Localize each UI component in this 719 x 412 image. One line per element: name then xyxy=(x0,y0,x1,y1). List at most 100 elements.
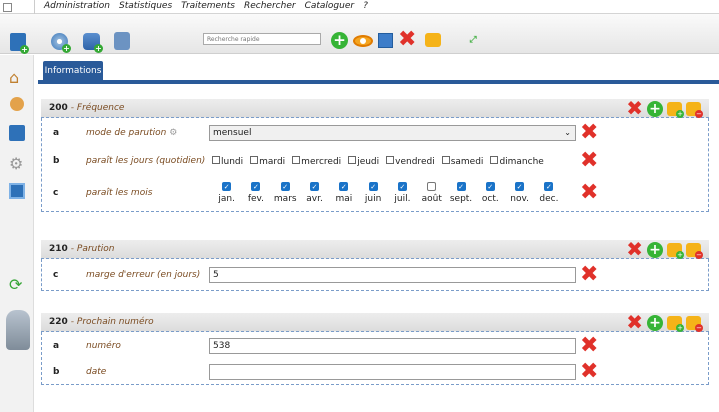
day-checkbox[interactable]: lundi xyxy=(212,155,243,167)
menu-items: Administration Statistiques Traitements … xyxy=(44,1,368,11)
menu-administration[interactable]: Administration xyxy=(44,1,110,11)
month-checkbox[interactable]: ✓ jan. xyxy=(212,182,241,204)
view-icon[interactable] xyxy=(353,35,373,47)
subfield-letter: c xyxy=(53,188,59,198)
delete-row-icon[interactable]: ✖ xyxy=(580,335,598,357)
field-label: date xyxy=(86,367,107,377)
day-checkbox[interactable]: jeudi xyxy=(348,155,379,167)
subfield-letter: b xyxy=(53,156,60,166)
cd-add-icon[interactable]: + xyxy=(51,33,71,53)
subfield-letter: b xyxy=(53,367,60,377)
remove-subfield-icon[interactable]: − xyxy=(686,101,703,118)
section-title: - Prochain numéro xyxy=(70,317,154,327)
checkbox[interactable]: ✓ xyxy=(222,182,232,191)
month-checkbox[interactable]: ✓ mai xyxy=(329,182,358,204)
add-subfield-icon[interactable]: + xyxy=(667,101,684,118)
month-checkbox[interactable]: ✓ dec. xyxy=(534,182,563,204)
month-label: oct. xyxy=(481,194,499,204)
day-checkbox[interactable]: samedi xyxy=(441,155,483,167)
row-jours: b paraît les jours (quotidien) lundi mar… xyxy=(42,147,708,175)
delete-section-icon[interactable]: ✖ xyxy=(626,98,643,118)
checkbox[interactable]: ✓ xyxy=(310,182,320,191)
mode-parution-select[interactable]: mensuel ⌄ xyxy=(209,124,576,141)
row-numero: a numéro 538 ✖ xyxy=(42,332,708,360)
menu-traitements[interactable]: Traitements xyxy=(181,1,235,11)
user-icon[interactable] xyxy=(10,97,24,111)
checkbox[interactable]: ✓ xyxy=(368,182,378,191)
month-checkbox[interactable]: ✓ juin xyxy=(358,182,387,204)
subfield-letter: a xyxy=(53,127,60,138)
delete-section-icon[interactable]: ✖ xyxy=(626,312,643,332)
checkbox[interactable]: ✓ xyxy=(544,182,554,191)
menu-rechercher[interactable]: Rechercher xyxy=(244,1,296,11)
checkbox[interactable]: ✓ xyxy=(456,182,466,191)
checkbox[interactable]: ✓ xyxy=(515,182,525,191)
month-checkbox[interactable]: ✓ mars xyxy=(271,182,300,204)
tab-informations[interactable]: Informations xyxy=(43,61,103,80)
row-date: b date ✖ xyxy=(42,360,708,384)
toolbar: + + + + ✖ ⤢ xyxy=(0,14,719,54)
checkbox[interactable]: ✓ xyxy=(251,182,261,191)
menu-divider xyxy=(34,0,35,14)
box-icon[interactable] xyxy=(114,32,130,50)
month-label: juil. xyxy=(394,194,411,204)
checkbox[interactable]: ✓ xyxy=(280,182,290,191)
gear-icon[interactable]: ⚙ xyxy=(169,128,177,138)
row-mode-parution: a mode de parution ⚙ mensuel ⌄ ✖ xyxy=(42,118,708,147)
add-section-icon[interactable]: + xyxy=(647,100,663,117)
day-checkbox[interactable]: mercredi xyxy=(292,155,341,167)
save-icon[interactable] xyxy=(378,33,393,48)
row-mois: c paraît les mois ✓ jan. ✓ fev. ✓ mars ✓ avr. ✓ m… xyxy=(42,175,708,211)
dvd-add-icon[interactable]: + xyxy=(83,33,103,53)
field-label: mode de parution ⚙ xyxy=(86,127,178,138)
add-subfield-icon[interactable]: + xyxy=(667,315,684,332)
month-checkbox[interactable]: ✓ sept. xyxy=(446,182,475,204)
day-checkbox[interactable]: mardi xyxy=(250,155,285,167)
delete-icon[interactable]: ✖ xyxy=(398,29,416,51)
delete-row-icon[interactable]: ✖ xyxy=(580,182,598,204)
puzzle-icon[interactable] xyxy=(425,33,441,47)
day-checkbox[interactable]: dimanche xyxy=(490,155,544,167)
month-checkbox[interactable]: ✓ juil. xyxy=(388,182,417,204)
new-record-icon[interactable]: + xyxy=(10,33,29,54)
expand-icon[interactable]: ⤢ xyxy=(465,33,481,47)
numero-input[interactable]: 538 xyxy=(209,338,576,354)
checkbox[interactable]: ✓ xyxy=(397,182,407,191)
delete-section-icon[interactable]: ✖ xyxy=(626,239,643,259)
month-checkbox[interactable]: ✓ avr. xyxy=(300,182,329,204)
date-input[interactable] xyxy=(209,364,576,380)
month-checkbox[interactable]: ✓ nov. xyxy=(505,182,534,204)
add-icon[interactable]: + xyxy=(331,32,348,49)
home-icon[interactable]: ⌂ xyxy=(9,70,25,86)
checkbox[interactable]: ✓ xyxy=(485,182,495,191)
play-icon[interactable] xyxy=(9,183,25,199)
month-label: jan. xyxy=(218,194,235,204)
section-code: 210 xyxy=(49,244,68,254)
month-checkbox[interactable]: ✓ oct. xyxy=(476,182,505,204)
add-section-icon[interactable]: + xyxy=(647,241,663,258)
month-checkbox[interactable]: août xyxy=(417,182,446,204)
days-checkboxes: lundi mardi mercredi jeudi vendredi same… xyxy=(212,155,544,167)
remove-subfield-icon[interactable]: − xyxy=(686,315,703,332)
remove-subfield-icon[interactable]: − xyxy=(686,242,703,259)
menu-statistiques[interactable]: Statistiques xyxy=(119,1,172,11)
section-body: a mode de parution ⚙ mensuel ⌄ ✖ b paraît… xyxy=(41,118,709,212)
add-section-icon[interactable]: + xyxy=(647,314,663,331)
day-checkbox[interactable]: vendredi xyxy=(386,155,435,167)
menu-help[interactable]: ? xyxy=(363,1,368,11)
delete-row-icon[interactable]: ✖ xyxy=(580,361,598,383)
checkbox[interactable]: ✓ xyxy=(339,182,349,191)
sync-icon[interactable]: ⟳ xyxy=(9,277,25,293)
delete-row-icon[interactable]: ✖ xyxy=(580,150,598,172)
delete-row-icon[interactable]: ✖ xyxy=(580,263,598,285)
book-icon[interactable] xyxy=(9,125,25,141)
gear-icon[interactable]: ⚙ xyxy=(9,156,25,172)
quick-search-input[interactable] xyxy=(203,33,321,45)
month-checkbox[interactable]: ✓ fev. xyxy=(241,182,270,204)
checkbox[interactable] xyxy=(427,182,437,191)
menu-cataloguer[interactable]: Cataloguer xyxy=(305,1,355,11)
delete-row-icon[interactable]: ✖ xyxy=(580,121,598,143)
select-all-checkbox[interactable] xyxy=(3,3,12,12)
marge-input[interactable]: 5 xyxy=(209,266,576,283)
add-subfield-icon[interactable]: + xyxy=(667,242,684,259)
